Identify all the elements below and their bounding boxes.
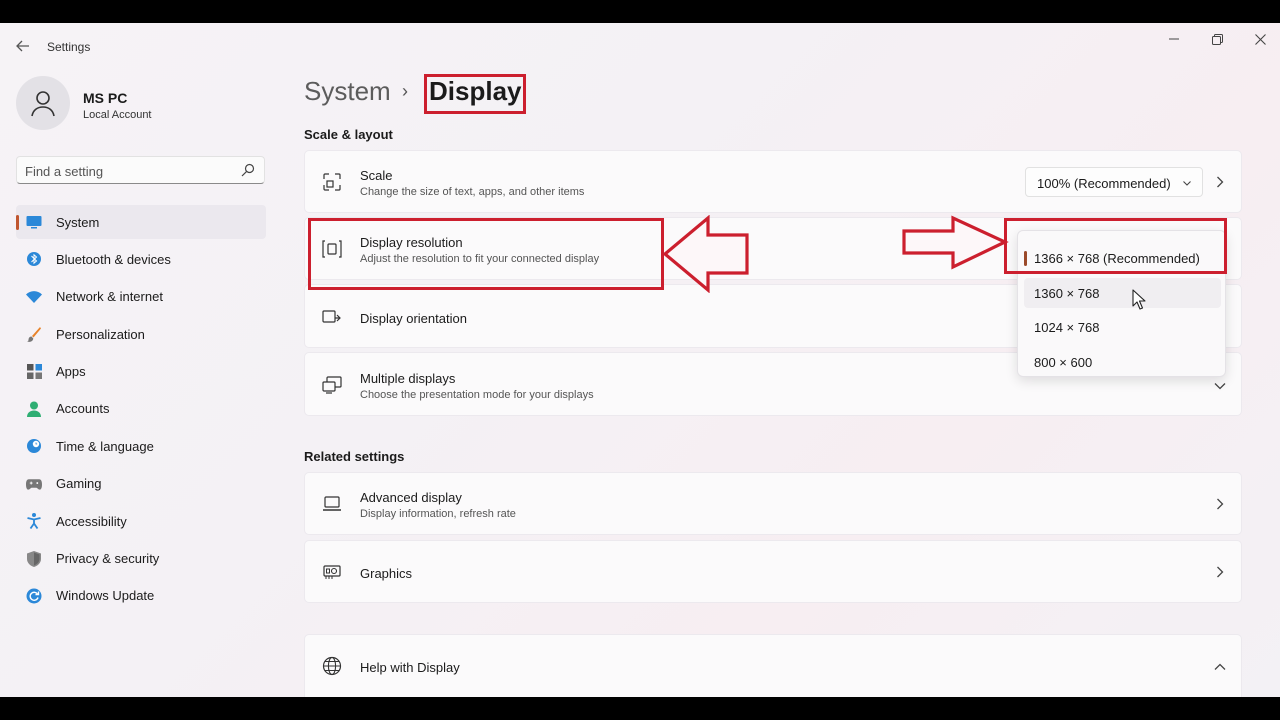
gamepad-icon (26, 476, 42, 492)
chevron-right-icon[interactable] (1213, 175, 1227, 189)
wifi-icon (26, 289, 42, 305)
multiple-displays-description: Choose the presentation mode for your di… (360, 389, 594, 401)
clock-globe-icon (26, 438, 42, 454)
scale-dropdown-value: 100% (Recommended) (1037, 176, 1171, 191)
sidebar-item-gaming[interactable]: Gaming (16, 467, 266, 501)
resolution-option-label: 800 × 600 (1034, 355, 1093, 370)
sidebar-item-label: Windows Update (56, 588, 155, 604)
mouse-cursor-icon (1132, 289, 1146, 310)
chevron-up-icon[interactable] (1213, 660, 1227, 674)
multiple-displays-icon (321, 374, 343, 396)
right-arrow-annotation-icon (902, 215, 1009, 270)
sidebar-item-label: Network & internet (56, 289, 163, 305)
highlight-box-display-resolution (308, 218, 664, 290)
sidebar-item-label: Personalization (56, 326, 145, 342)
scale-title: Scale (360, 168, 393, 183)
back-button[interactable] (12, 35, 34, 57)
app-title: Settings (47, 40, 91, 54)
letterbox-bottom (0, 697, 1280, 720)
advanced-display-card[interactable]: Advanced display Display information, re… (304, 472, 1242, 535)
brush-icon (26, 326, 42, 343)
breadcrumb-separator: › (402, 81, 408, 101)
help-with-display-title: Help with Display (360, 660, 460, 675)
sidebar-nav: System Bluetooth & devices Network & int… (16, 205, 266, 616)
section-heading-scale-layout: Scale & layout (304, 127, 393, 142)
avatar[interactable] (16, 76, 70, 130)
apps-icon (26, 364, 42, 380)
scale-icon (321, 171, 343, 193)
highlight-box-title (424, 74, 526, 114)
chevron-down-icon[interactable] (1213, 379, 1227, 393)
update-icon (26, 588, 42, 604)
close-button[interactable] (1245, 29, 1275, 49)
restore-icon (1211, 33, 1223, 45)
left-arrow-annotation-icon (662, 215, 749, 293)
minimize-button[interactable] (1159, 29, 1189, 49)
sidebar-item-bluetooth[interactable]: Bluetooth & devices (16, 242, 266, 276)
resolution-option-1024x768[interactable]: 1024 × 768 (1024, 312, 1221, 342)
sidebar-item-privacy[interactable]: Privacy & security (16, 542, 266, 576)
accessibility-icon (26, 513, 42, 530)
settings-window: Settings MS PC Local Account System Blue… (0, 23, 1280, 697)
search-box[interactable] (16, 156, 265, 184)
advanced-display-title: Advanced display (360, 490, 462, 505)
sidebar-item-label: Accounts (56, 401, 110, 417)
search-icon[interactable] (241, 163, 255, 177)
letterbox-top (0, 0, 1280, 23)
sidebar-item-label: System (56, 214, 100, 230)
shield-icon (26, 550, 42, 567)
user-name: MS PC (83, 90, 128, 106)
graphics-title: Graphics (360, 566, 413, 581)
person-icon (26, 401, 42, 417)
breadcrumb-system[interactable]: System (304, 76, 391, 107)
sidebar-item-time-language[interactable]: Time & language (16, 429, 266, 463)
monitor-icon (26, 214, 42, 230)
sidebar-item-personalization[interactable]: Personalization (16, 317, 266, 351)
display-orientation-title: Display orientation (360, 311, 467, 326)
orientation-icon (321, 306, 343, 328)
sidebar-item-label: Privacy & security (56, 551, 160, 567)
sidebar-item-label: Accessibility (56, 513, 127, 529)
scale-card[interactable]: Scale Change the size of text, apps, and… (304, 150, 1242, 213)
scale-dropdown[interactable]: 100% (Recommended) (1025, 167, 1203, 197)
sidebar-item-label: Apps (56, 364, 86, 380)
sidebar-item-label: Gaming (56, 476, 102, 492)
scale-description: Change the size of text, apps, and other… (360, 186, 585, 198)
search-input[interactable] (25, 162, 235, 180)
sidebar-item-apps[interactable]: Apps (16, 355, 266, 389)
sidebar-item-system[interactable]: System (16, 205, 266, 239)
chevron-down-icon (1183, 181, 1191, 186)
sidebar-item-windows-update[interactable]: Windows Update (16, 579, 266, 613)
help-with-display-card[interactable]: Help with Display (304, 634, 1242, 697)
sidebar-item-label: Bluetooth & devices (56, 251, 171, 267)
resolution-option-800x600[interactable]: 800 × 600 (1024, 347, 1221, 377)
account-type: Local Account (83, 109, 152, 121)
multiple-displays-title: Multiple displays (360, 371, 456, 386)
globe-icon (321, 655, 343, 677)
highlight-box-recommended-option (1004, 218, 1227, 274)
chevron-right-icon[interactable] (1213, 565, 1227, 579)
resolution-option-label: 1360 × 768 (1034, 286, 1100, 301)
restore-button[interactable] (1202, 29, 1232, 49)
advanced-display-description: Display information, refresh rate (360, 508, 516, 520)
graphics-card-icon (321, 561, 343, 583)
graphics-card[interactable]: Graphics (304, 540, 1242, 603)
bluetooth-icon (26, 251, 42, 267)
resolution-option-1360x768[interactable]: 1360 × 768 (1024, 278, 1221, 308)
sidebar-item-accounts[interactable]: Accounts (16, 392, 266, 426)
back-arrow-icon (16, 40, 29, 52)
close-icon (1254, 33, 1266, 45)
sidebar-item-label: Time & language (56, 438, 154, 454)
resolution-option-label: 1024 × 768 (1034, 320, 1100, 335)
title-bar: Settings (0, 23, 1280, 69)
sidebar-item-accessibility[interactable]: Accessibility (16, 504, 266, 538)
person-icon (31, 91, 55, 117)
minimize-icon (1169, 38, 1179, 40)
chevron-right-icon[interactable] (1213, 497, 1227, 511)
sidebar-item-network[interactable]: Network & internet (16, 280, 266, 314)
laptop-icon (321, 493, 343, 515)
section-heading-related-settings: Related settings (304, 449, 405, 464)
